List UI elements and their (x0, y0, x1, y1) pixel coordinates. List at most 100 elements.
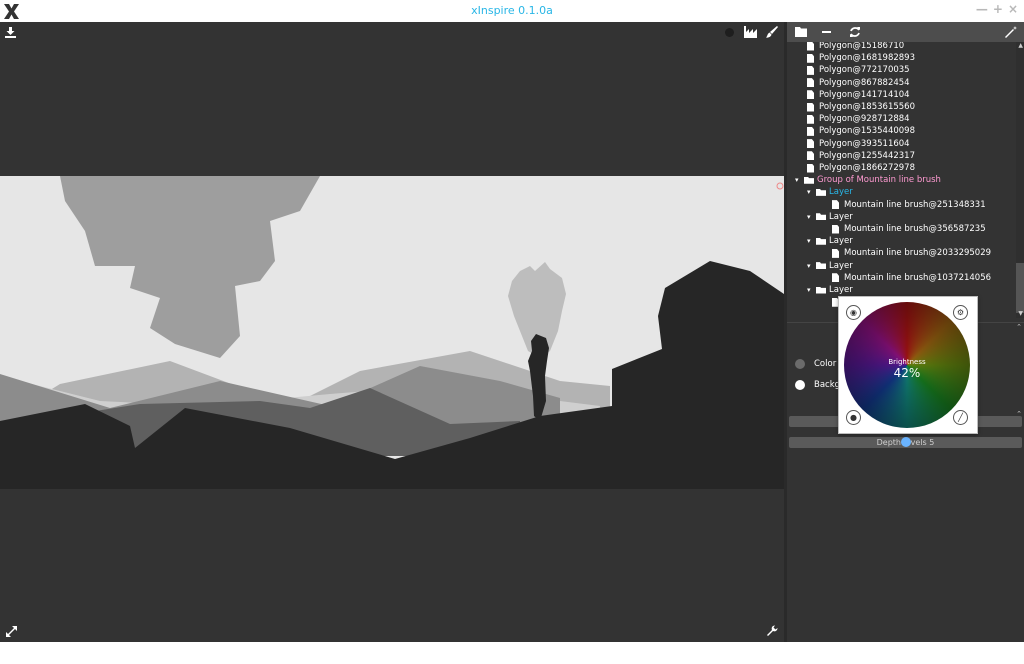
color-wheel[interactable]: Brightness 42% (844, 302, 970, 428)
tree-item-label: Polygon@1681982893 (819, 53, 915, 64)
expand-caret-icon[interactable]: ▾ (807, 260, 816, 272)
tree-folder-row[interactable]: ▾ Layer (807, 211, 853, 223)
open-folder-icon (816, 237, 826, 245)
maximize-button[interactable]: + (993, 2, 1003, 16)
magic-wand-icon[interactable] (1005, 26, 1017, 38)
tree-folder-row[interactable]: ▾ Layer (807, 186, 853, 198)
depth-levels-slider[interactable]: Depth levels 5 (789, 437, 1022, 448)
file-icon (807, 126, 814, 136)
layer-tree[interactable]: Polygon@15186710 Polygon@1681982893 Polygo… (787, 42, 1016, 318)
open-folder-icon (804, 176, 814, 184)
file-icon (807, 151, 814, 161)
tree-item-label: Polygon@928712884 (819, 114, 910, 125)
tree-item-label: Layer (829, 260, 853, 271)
tree-item-label: Polygon@141714104 (819, 89, 910, 100)
tree-item-label: Polygon@1853615560 (819, 102, 915, 112)
tree-file-row[interactable]: Polygon@1681982893 (807, 52, 915, 64)
canvas-area[interactable] (0, 22, 784, 642)
folder-icon[interactable] (795, 27, 807, 37)
tree-item-label: Mountain line brush@2033295029 (844, 248, 992, 259)
scroll-up-icon[interactable]: ▲ (1018, 42, 1023, 49)
expand-caret-icon[interactable]: ▾ (807, 186, 816, 198)
file-icon (832, 224, 839, 234)
tree-folder-row[interactable]: ▾ Layer (807, 235, 853, 247)
tree-item-label: Mountain line brush@251348331 (844, 199, 986, 210)
open-folder-icon (816, 262, 826, 270)
open-folder-icon (816, 213, 826, 221)
tree-file-row[interactable]: Mountain line brush@1037214056 (832, 272, 991, 284)
color-swatch[interactable] (795, 359, 805, 369)
file-icon (807, 139, 814, 149)
brightness-value: 42% (893, 366, 921, 380)
tree-item-label: Polygon@1255442317 (819, 150, 915, 161)
download-icon[interactable] (5, 27, 16, 38)
file-icon (807, 78, 814, 88)
wrench-icon[interactable] (766, 625, 778, 637)
brush-icon[interactable] (766, 26, 778, 38)
tree-file-row[interactable]: Polygon@867882454 (807, 77, 910, 89)
tree-file-row[interactable]: Polygon@141714104 (807, 89, 910, 101)
tree-file-row[interactable]: Polygon@1866272978 (807, 162, 915, 174)
file-icon (807, 65, 814, 75)
tree-scroll-thumb[interactable] (1016, 263, 1024, 313)
tree-item-label: Layer (829, 285, 853, 295)
background-swatch[interactable] (795, 380, 805, 390)
tree-file-row[interactable]: Mountain line brush@356587235 (832, 223, 986, 235)
sidebar-toolbar (787, 22, 1024, 42)
artwork-scene[interactable] (0, 176, 784, 489)
file-icon (832, 273, 839, 283)
tree-file-row[interactable]: Polygon@1535440098 (807, 125, 915, 137)
tree-item-label: Polygon@1866272978 (819, 163, 915, 173)
circle-icon[interactable] (725, 28, 734, 37)
tree-file-row[interactable]: Polygon@1255442317 (807, 150, 915, 162)
settings-ring-icon[interactable]: ⚙ (953, 305, 968, 320)
tree-scrollbar[interactable] (1016, 42, 1024, 318)
color-row[interactable]: Color (795, 359, 836, 369)
tree-item-label: Polygon@867882454 (819, 77, 910, 88)
tree-item-label: Mountain line brush@1037214056 (844, 272, 992, 283)
file-icon (807, 42, 814, 51)
expand-caret-icon[interactable]: ▾ (795, 174, 804, 186)
tree-file-row[interactable]: Mountain line brush@251348331 (832, 199, 986, 211)
tree-folder-row[interactable]: ▾ Group of Mountain line brush (795, 174, 941, 186)
tree-file-row[interactable]: Polygon@15186710 (807, 42, 904, 52)
file-icon (832, 248, 839, 258)
background-row[interactable]: Backg (795, 380, 840, 390)
title-bar: xInspire 0.1.0a — + × (0, 0, 1024, 22)
file-icon (807, 163, 814, 173)
collapse-icon[interactable]: ⌃ (1016, 323, 1022, 331)
picker-brush-icon[interactable]: ╱ (953, 410, 968, 425)
background-label: Backg (814, 380, 841, 390)
tree-item-label: Polygon@15186710 (819, 42, 905, 51)
droplet-icon[interactable]: ● (846, 410, 861, 425)
scroll-down-icon[interactable]: ▼ (1018, 310, 1023, 317)
minimize-button[interactable]: — (976, 2, 988, 16)
open-folder-icon (816, 188, 826, 196)
tree-folder-row[interactable]: ▾ Layer (807, 260, 853, 272)
tree-item-label: Layer (829, 187, 853, 198)
chart-icon[interactable] (744, 26, 757, 38)
depth-slider-knob[interactable] (900, 437, 911, 447)
file-icon (807, 53, 814, 63)
expand-caret-icon[interactable]: ▾ (807, 284, 816, 296)
expand-icon[interactable] (6, 626, 17, 637)
tree-item-label: Polygon@1535440098 (819, 126, 915, 137)
minus-icon[interactable] (822, 31, 831, 33)
tree-file-row[interactable]: Polygon@772170035 (807, 64, 910, 76)
color-picker-popup[interactable]: Brightness 42% ◉ ⚙ ● ╱ (838, 296, 978, 434)
tree-item-label: Polygon@772170035 (819, 65, 910, 76)
tree-item-label: Layer (829, 236, 853, 247)
tree-file-row[interactable]: Polygon@393511604 (807, 138, 910, 150)
eye-icon[interactable]: ◉ (846, 305, 861, 320)
file-icon (832, 200, 839, 210)
tree-file-row[interactable]: Mountain line brush@2033295029 (832, 247, 991, 259)
tree-file-row[interactable]: Polygon@1853615560 (807, 101, 915, 113)
close-button[interactable]: × (1008, 2, 1018, 16)
expand-caret-icon[interactable]: ▾ (807, 235, 816, 247)
expand-caret-icon[interactable]: ▾ (807, 211, 816, 223)
window-title: xInspire 0.1.0a (471, 4, 553, 17)
window-controls: — + × (976, 2, 1018, 16)
refresh-icon[interactable] (849, 26, 861, 38)
tree-folder-row[interactable]: ▾ Layer (807, 284, 853, 296)
tree-file-row[interactable]: Polygon@928712884 (807, 113, 910, 125)
